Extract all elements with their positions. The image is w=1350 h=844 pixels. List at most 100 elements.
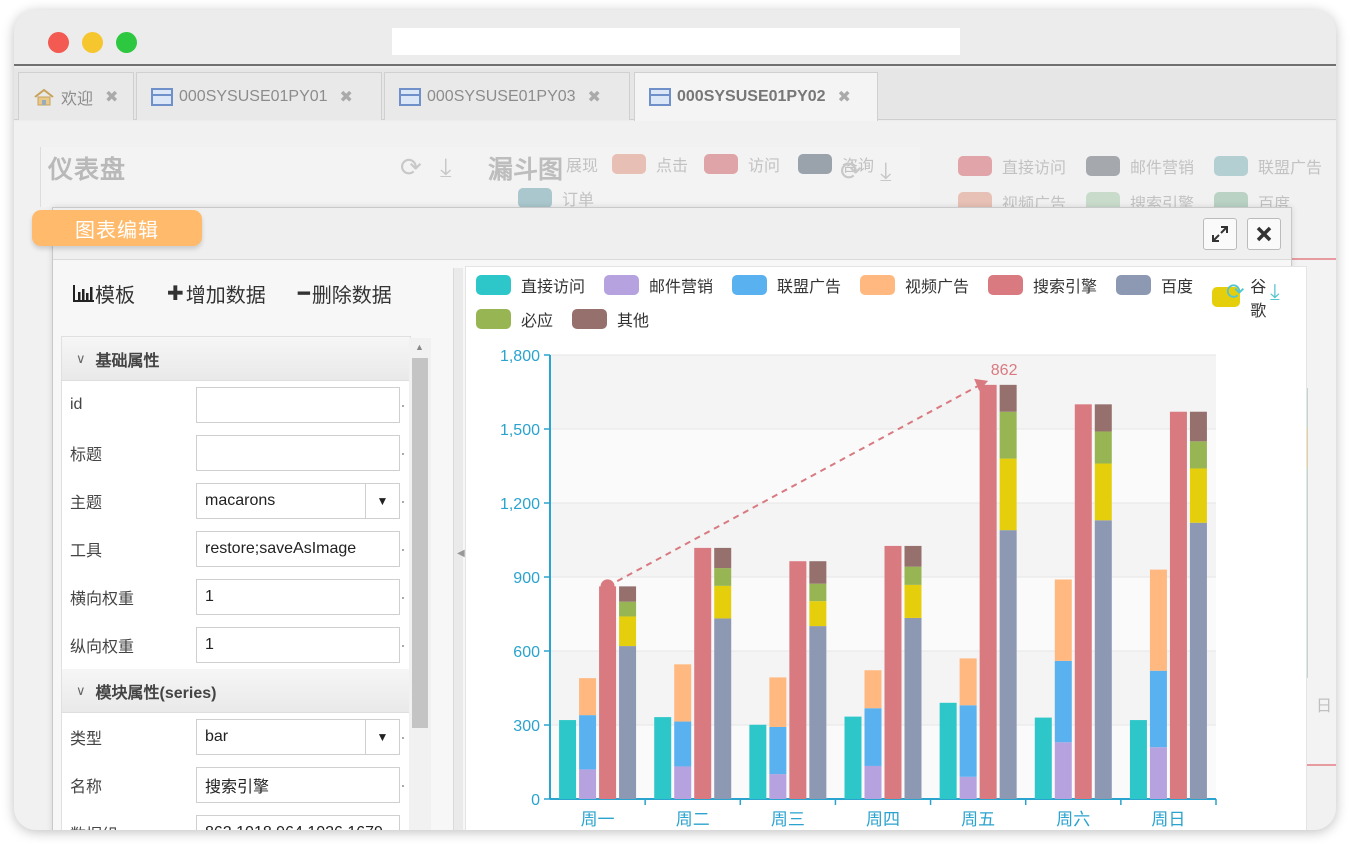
minimize-window-button[interactable] [82,32,103,53]
bar-谷歌-周二 [714,585,732,619]
grid-icon [151,87,173,106]
bar-联盟广告-周四 [864,708,882,766]
bar-直接访问-周六 [1034,717,1052,799]
tab-000SYSUSE01PY01[interactable]: 000SYSUSE01PY01 ✖ [136,72,382,120]
id-input[interactable] [196,387,400,423]
bar-百度-周二 [714,618,732,799]
section-series-properties[interactable]: ∨ 模块属性(series) [62,669,410,713]
close-window-button[interactable] [48,32,69,53]
bar-必应-周二 [714,568,732,586]
dashboard-header [40,147,920,207]
funnel-legend-item: 点击 [612,152,688,176]
bar-其他-周五 [999,384,1017,412]
panel-splitter[interactable]: ◀ [453,268,465,830]
bar-视频广告-周日 [1149,569,1167,671]
vertical-weight-input[interactable]: 1 [196,627,400,663]
bar-必应-周六 [1094,431,1112,464]
horizontal-weight-input[interactable]: 1 [196,579,400,615]
chart-edit-badge: 图表编辑 [32,210,202,246]
field-title: 标题 [62,429,410,477]
download-icon[interactable]: ⤓ [440,152,452,184]
download-icon[interactable]: ⤓ [880,156,892,188]
bar-视频广告-周三 [769,677,787,727]
browser-window: 欢迎 ✖ 000SYSUSE01PY01 ✖ 000SYSUSE01PY03 ✖… [14,10,1336,830]
bar-其他-周四 [904,545,922,567]
expand-button[interactable] [1203,218,1237,250]
bar-直接访问-周日 [1129,720,1147,799]
bar-搜索引擎-周六 [1074,404,1092,799]
delete-data-button[interactable]: ━ 删除数据 [298,279,392,308]
bar-联盟广告-周一 [579,715,597,770]
title-input[interactable] [196,435,400,471]
type-select[interactable]: bar ▼ [196,719,400,755]
close-icon[interactable]: ✖ [588,87,601,107]
chevron-down-icon: ∨ [76,350,86,366]
bar-必应-周五 [999,411,1017,459]
annotation-label: 862 [991,362,1018,379]
stacked-bar-chart: 0 300 600 900 1,200 1,500 1,800 周一 周二 周三 周四 周五 周六 周日 8… [500,348,1217,829]
expand-icon [1212,226,1228,242]
name-input[interactable]: 搜索引擎 [196,767,400,803]
template-button[interactable]: 模板 [73,279,135,308]
y-tick-label: 900 [513,570,540,587]
bar-视频广告-周五 [959,658,977,706]
add-data-button[interactable]: ✚ 增加数据 [167,279,266,308]
y-tick-label: 1,200 [500,496,540,513]
close-icon[interactable]: ✖ [838,87,851,107]
bar-百度-周一 [619,646,637,799]
data-input[interactable]: 862,1018,964,1026,1679 [196,815,400,830]
tools-input[interactable]: restore;saveAsImage [196,531,400,567]
bar-谷歌-周日 [1189,468,1207,523]
caret-down-icon[interactable]: ▼ [365,720,399,754]
tab-000SYSUSE01PY03[interactable]: 000SYSUSE01PY03 ✖ [384,72,630,120]
title-bar [14,10,1336,66]
bar-搜索引擎-周一 [599,586,617,799]
bar-搜索引擎-周四 [884,545,902,799]
grid-band [550,503,1216,577]
refresh-icon[interactable]: ⟳ [400,152,422,183]
bar-视频广告-周一 [579,678,597,716]
close-icon[interactable]: ✖ [105,87,118,107]
tab-label: 000SYSUSE01PY01 [179,87,328,105]
bar-直接访问-周二 [654,717,672,799]
grid-band [550,355,1216,429]
theme-select[interactable]: macarons ▼ [196,483,400,519]
bar-直接访问-周三 [749,724,767,799]
minus-icon: ━ [297,282,310,305]
close-icon[interactable]: ✖ [340,87,353,107]
bar-谷歌-周一 [619,616,637,647]
grid-band [550,725,1216,799]
refresh-icon[interactable]: ⟳ [840,156,862,187]
editor-toolbar: 模板 ✚ 增加数据 ━ 删除数据 [73,278,424,308]
maximize-window-button[interactable] [116,32,137,53]
scroll-thumb[interactable] [412,358,428,728]
property-scrollbar[interactable]: ▲ [409,338,431,830]
background-tick-label: 日 [1315,698,1332,715]
bar-搜索引擎-周五 [979,384,997,799]
scroll-up-icon[interactable]: ▲ [415,342,424,352]
home-icon [33,88,55,106]
bar-邮件营销-周日 [1149,747,1167,799]
bar-必应-周一 [619,601,637,617]
grid-band [550,651,1216,725]
bar-百度-周四 [904,617,922,799]
section-basic-properties[interactable]: ∨ 基础属性 [62,337,410,381]
x-tick-label: 周日 [1151,810,1185,829]
bar-联盟广告-周二 [674,721,692,767]
tab-welcome[interactable]: 欢迎 ✖ [18,72,134,120]
tab-label: 欢迎 [61,90,94,108]
close-dialog-button[interactable] [1247,218,1281,250]
tab-bar: 欢迎 ✖ 000SYSUSE01PY01 ✖ 000SYSUSE01PY03 ✖… [14,68,1336,121]
address-bar[interactable] [392,28,960,55]
dialog-header [53,208,1291,260]
bar-其他-周二 [714,547,732,569]
collapse-left-icon[interactable]: ◀ [457,548,465,559]
bar-直接访问-周四 [844,716,862,799]
bar-chart-icon [73,285,94,302]
x-tick-label: 周三 [771,810,805,829]
tab-000SYSUSE01PY02[interactable]: 000SYSUSE01PY02 ✖ [634,72,878,121]
bar-邮件营销-周二 [674,766,692,799]
funnel-title: 漏斗图 [488,156,564,184]
caret-down-icon[interactable]: ▼ [365,484,399,518]
chevron-down-icon: ∨ [76,682,86,698]
